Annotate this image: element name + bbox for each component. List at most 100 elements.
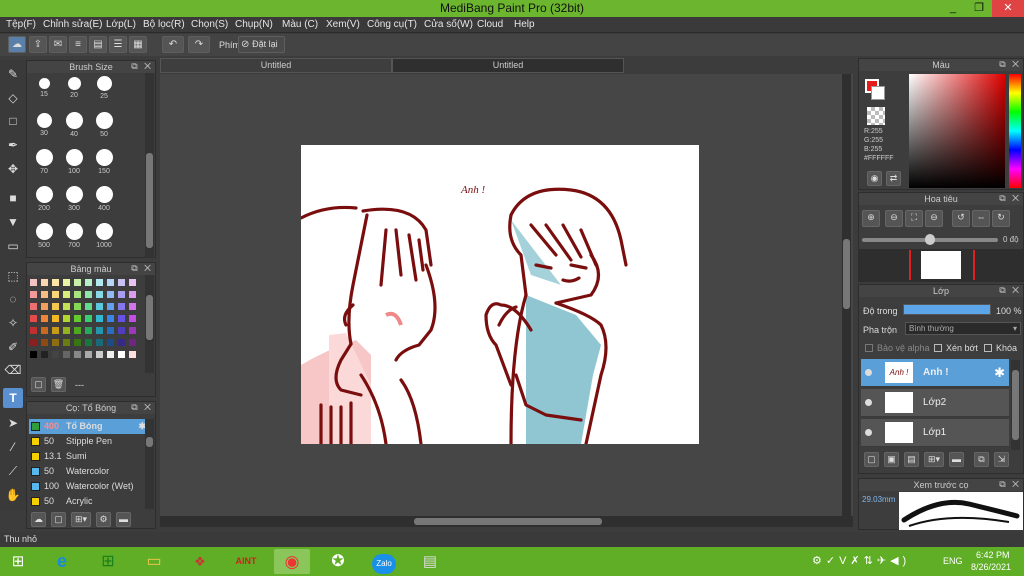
select-eraser-icon[interactable]: ⌫ — [3, 360, 23, 380]
layer-settings-gear-icon[interactable]: ✱ — [994, 365, 1005, 381]
divide-tool-icon[interactable]: ⟋ — [3, 461, 23, 481]
palette-swatch[interactable] — [63, 327, 70, 334]
palette-swatch[interactable] — [129, 279, 136, 286]
palette-swatch[interactable] — [30, 303, 37, 310]
delete-color-icon[interactable]: 🗑 — [51, 377, 66, 392]
palette-swatch[interactable] — [118, 291, 125, 298]
close-button[interactable]: ✕ — [992, 0, 1024, 17]
palette-swatch[interactable] — [85, 303, 92, 310]
palette-swatch[interactable] — [129, 339, 136, 346]
palette-swatch[interactable] — [41, 351, 48, 358]
brush-list-item[interactable]: 50 Watercolor — [29, 464, 149, 479]
palette-swatch[interactable] — [129, 327, 136, 334]
cloud-icon[interactable]: ☁ — [8, 36, 26, 53]
eraser-tool-icon[interactable]: ◇ — [3, 88, 23, 108]
tab-untitled-2[interactable]: Untitled — [392, 58, 624, 73]
palette-swatch[interactable] — [74, 351, 81, 358]
palette-swatch[interactable] — [74, 279, 81, 286]
new-layer-icon[interactable]: ▢ — [864, 452, 879, 467]
layer-menu-icon[interactable]: ⊞▾ — [924, 452, 944, 467]
brush-size-option[interactable]: 50 — [90, 112, 118, 138]
brush-size-option[interactable]: 100 — [60, 149, 88, 175]
palette-swatch[interactable] — [30, 351, 37, 358]
palette-swatch[interactable] — [118, 279, 125, 286]
palette-swatch[interactable] — [41, 339, 48, 346]
zoom-minus-icon[interactable]: ⊖ — [925, 210, 943, 227]
palette-swatch[interactable] — [96, 291, 103, 298]
palette-swatch[interactable] — [63, 279, 70, 286]
zoom-in-icon[interactable]: ⊕ — [862, 210, 880, 227]
palette-swatch[interactable] — [129, 315, 136, 322]
menu-edit[interactable]: Chỉnh sửa(E) — [43, 19, 103, 30]
palette-swatch[interactable] — [30, 291, 37, 298]
color-picker-square[interactable] — [909, 74, 1005, 188]
restore-button[interactable]: ❐ — [966, 0, 992, 17]
menu-capture[interactable]: Chụp(N) — [235, 19, 273, 30]
palette-swatch[interactable] — [118, 327, 125, 334]
layer-row[interactable]: Anh ! Anh ! ✱ — [861, 359, 1009, 387]
brush-folder-icon[interactable]: ▬ — [116, 512, 131, 527]
drawing-canvas[interactable]: Anh ! — [301, 145, 699, 444]
palette-swatch[interactable] — [129, 291, 136, 298]
transparent-color[interactable] — [867, 107, 885, 125]
lock-checkbox[interactable] — [984, 344, 992, 352]
palette-swatch[interactable] — [118, 315, 125, 322]
panel-controls-icon[interactable]: ⧉ ✕ — [999, 59, 1021, 70]
reset-button[interactable]: ⊘ Đặt lại — [238, 36, 285, 53]
brush-size-option[interactable]: 20 — [60, 75, 88, 99]
palette-swatch[interactable] — [85, 327, 92, 334]
document-icon[interactable]: ▤ — [412, 549, 448, 574]
palette-swatch[interactable] — [74, 291, 81, 298]
app-icon[interactable]: ❖ — [182, 549, 218, 574]
palette-swatch[interactable] — [52, 279, 59, 286]
palette-swatch[interactable] — [63, 291, 70, 298]
palette-swatch[interactable] — [107, 291, 114, 298]
brush-size-option[interactable]: 15 — [30, 75, 58, 98]
palette-swatch[interactable] — [107, 315, 114, 322]
brush-size-option[interactable]: 400 — [90, 186, 118, 212]
palette-swatch[interactable] — [63, 339, 70, 346]
brush-size-option[interactable]: 40 — [60, 112, 88, 138]
palette-swatch[interactable] — [74, 315, 81, 322]
palette-swatch[interactable] — [74, 339, 81, 346]
panel-controls-icon[interactable]: ⧉ ✕ — [999, 479, 1021, 490]
operation-tool-icon[interactable]: ➤ — [3, 413, 23, 433]
brush-size-option[interactable]: 500 — [30, 223, 58, 249]
store-icon[interactable]: ⊞ — [90, 549, 126, 574]
menu-select[interactable]: Chọn(S) — [191, 19, 228, 30]
pen-tool-icon[interactable]: ✒ — [3, 135, 23, 155]
palette-swatch[interactable] — [41, 303, 48, 310]
brush-size-option[interactable]: 70 — [30, 149, 58, 175]
brush-menu-icon[interactable]: ⊞▾ — [71, 512, 91, 527]
palette-swatch[interactable] — [41, 291, 48, 298]
palette-swatch[interactable] — [74, 303, 81, 310]
canvas-vscroll[interactable] — [842, 74, 851, 516]
palette-swatch[interactable] — [96, 327, 103, 334]
magic-wand-icon[interactable]: ✧ — [3, 313, 23, 333]
menu-file[interactable]: Tệp(F) — [6, 19, 36, 30]
redo-icon[interactable]: ↷ — [188, 36, 210, 53]
brush-list-item[interactable]: 100 Watercolor (Wet) — [29, 479, 149, 494]
palette-swatch[interactable] — [63, 315, 70, 322]
clock-date[interactable]: 8/26/2021 — [971, 562, 1011, 572]
brush-size-option[interactable]: 30 — [30, 112, 58, 137]
layer-visibility-icon[interactable] — [865, 429, 872, 436]
select-pen-icon[interactable]: ✐ — [3, 337, 23, 357]
rotate-right-icon[interactable]: ↻ — [992, 210, 1010, 227]
duplicate-layer-icon[interactable]: ⧉ — [974, 452, 989, 467]
cloud-brush-icon[interactable]: ☁ — [31, 512, 46, 527]
palette-swatch[interactable] — [63, 303, 70, 310]
palette-swatch[interactable] — [52, 291, 59, 298]
palette-swatch[interactable] — [107, 339, 114, 346]
palette-swatch[interactable] — [41, 327, 48, 334]
palette-swatch[interactable] — [96, 279, 103, 286]
brush-list-item[interactable]: 13.1 Sumi — [29, 449, 149, 464]
palette-swatch[interactable] — [118, 351, 125, 358]
comment-icon[interactable]: ✉ — [49, 36, 67, 53]
brush-list-item[interactable]: 50 Stipple Pen — [29, 434, 149, 449]
layer-row[interactable]: Lớp1 — [861, 419, 1009, 447]
brush-size-scrollbar[interactable] — [145, 73, 154, 258]
fit-icon[interactable]: ⛶ — [905, 210, 923, 227]
layer-visibility-icon[interactable] — [865, 399, 872, 406]
ie-icon[interactable]: e — [44, 549, 80, 574]
